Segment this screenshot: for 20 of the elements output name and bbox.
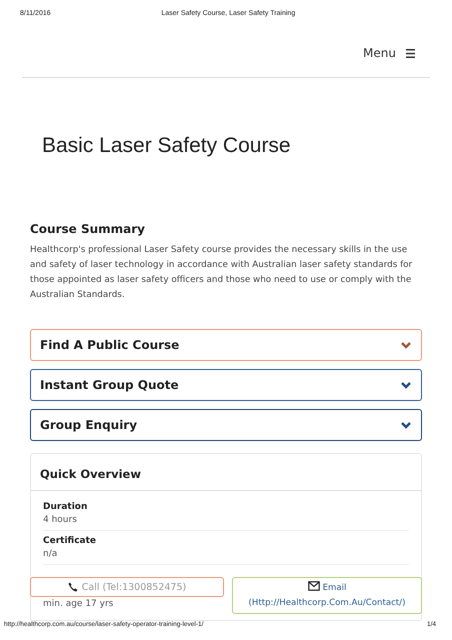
page-title: Basic Laser Safety Course (42, 134, 292, 158)
chevron-icon (400, 379, 412, 391)
field-label: Duration (43, 502, 88, 512)
field-label: Certificate (43, 536, 98, 546)
envelope-icon (308, 580, 320, 590)
menu-icon (405, 48, 416, 58)
accordion-header[interactable]: Find A Public Course (30, 329, 422, 361)
chevron-icon (400, 339, 412, 351)
field-value: n/a (43, 549, 58, 559)
card-title: Quick Overview (40, 467, 141, 481)
phone-icon (68, 582, 78, 592)
section-heading: Course Summary (30, 222, 146, 236)
menu-button[interactable]: Menu (363, 46, 416, 60)
field-value: min. age 17 yrs (43, 599, 114, 609)
field-value: 4 hours (43, 515, 77, 525)
accordion-header[interactable]: Instant Group Quote (30, 369, 422, 401)
accordion-header[interactable]: Group Enquiry (30, 409, 422, 441)
email-button[interactable]: Email (Http://Healthcorp.Com.Au/Contact/) (232, 577, 422, 614)
summary-paragraph: Healthcorp's professional Laser Safety course provides the necessary skills in the use and safety of laser technology in accordance with Australian laser safety standards for those appointed as laser safety officers and those who need to use or comply with the Australian Standards. (30, 244, 414, 302)
chevron-icon (400, 419, 412, 431)
